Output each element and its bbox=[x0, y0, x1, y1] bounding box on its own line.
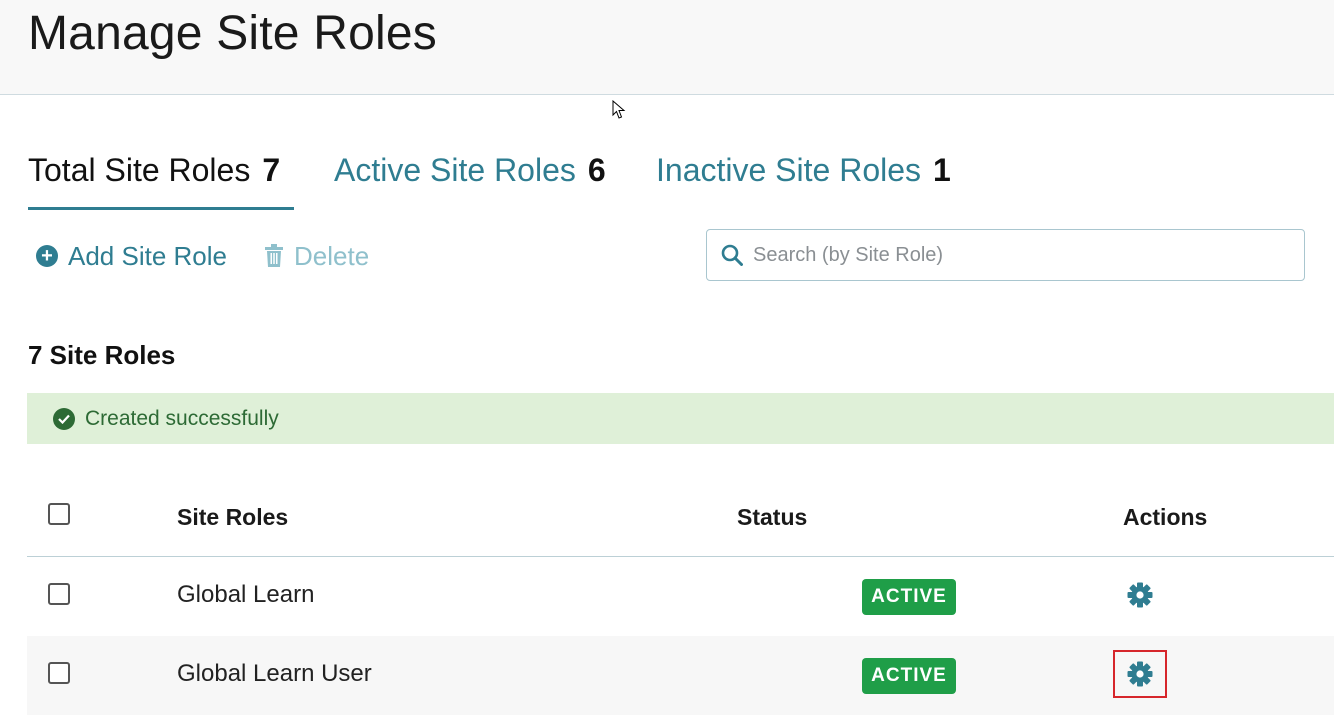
page-title: Manage Site Roles bbox=[28, 7, 437, 60]
search-input[interactable] bbox=[753, 235, 1304, 275]
site-roles-table: Site Roles Status Actions Global Learn A… bbox=[27, 476, 1334, 715]
tab-total-site-roles[interactable]: Total Site Roles 7 bbox=[28, 152, 294, 210]
table-header: Site Roles Status Actions bbox=[27, 476, 1334, 557]
table-row: Global Learn User ACTIVE bbox=[27, 636, 1334, 715]
delete-button[interactable]: Delete bbox=[264, 238, 369, 274]
add-site-role-label: Add Site Role bbox=[68, 240, 227, 271]
tab-active-site-roles[interactable]: Active Site Roles 6 bbox=[334, 152, 606, 210]
site-role-name: Global Learn User bbox=[177, 660, 372, 687]
delete-label: Delete bbox=[294, 240, 370, 271]
tab-label: Inactive Site Roles bbox=[656, 152, 922, 188]
row-actions-button[interactable] bbox=[1113, 650, 1167, 698]
row-checkbox[interactable] bbox=[48, 662, 70, 684]
check-circle-icon bbox=[53, 407, 75, 430]
status-badge: ACTIVE bbox=[862, 579, 956, 615]
add-site-role-button[interactable]: + Add Site Role bbox=[36, 238, 227, 274]
select-all-checkbox[interactable] bbox=[48, 503, 70, 525]
column-header-status[interactable]: Status bbox=[737, 504, 807, 531]
column-header-site-roles[interactable]: Site Roles bbox=[177, 504, 288, 531]
search-box bbox=[706, 229, 1305, 281]
table-row: Global Learn ACTIVE bbox=[27, 557, 1334, 636]
gear-icon bbox=[1127, 582, 1153, 608]
gear-icon bbox=[1127, 661, 1153, 687]
search-icon bbox=[721, 244, 743, 266]
cursor-icon bbox=[612, 100, 626, 119]
alert-message: Created successfully bbox=[85, 406, 279, 430]
column-header-actions: Actions bbox=[1123, 504, 1208, 530]
tab-count: 7 bbox=[262, 152, 281, 188]
status-badge: ACTIVE bbox=[862, 658, 956, 694]
tab-label: Total Site Roles bbox=[28, 152, 251, 188]
plus-circle-icon: + bbox=[36, 245, 58, 267]
page-header: Manage Site Roles bbox=[0, 0, 1334, 95]
tab-count: 1 bbox=[933, 152, 951, 188]
trash-icon bbox=[265, 244, 283, 267]
row-actions-button[interactable] bbox=[1113, 571, 1167, 619]
tab-inactive-site-roles[interactable]: Inactive Site Roles 1 bbox=[656, 152, 951, 210]
tab-count: 6 bbox=[587, 152, 606, 188]
tab-label: Active Site Roles bbox=[334, 152, 576, 188]
success-alert: Created successfully bbox=[27, 393, 1334, 444]
row-checkbox[interactable] bbox=[48, 583, 70, 605]
site-role-name: Global Learn bbox=[177, 581, 315, 608]
site-roles-count-heading: 7 Site Roles bbox=[28, 340, 176, 370]
